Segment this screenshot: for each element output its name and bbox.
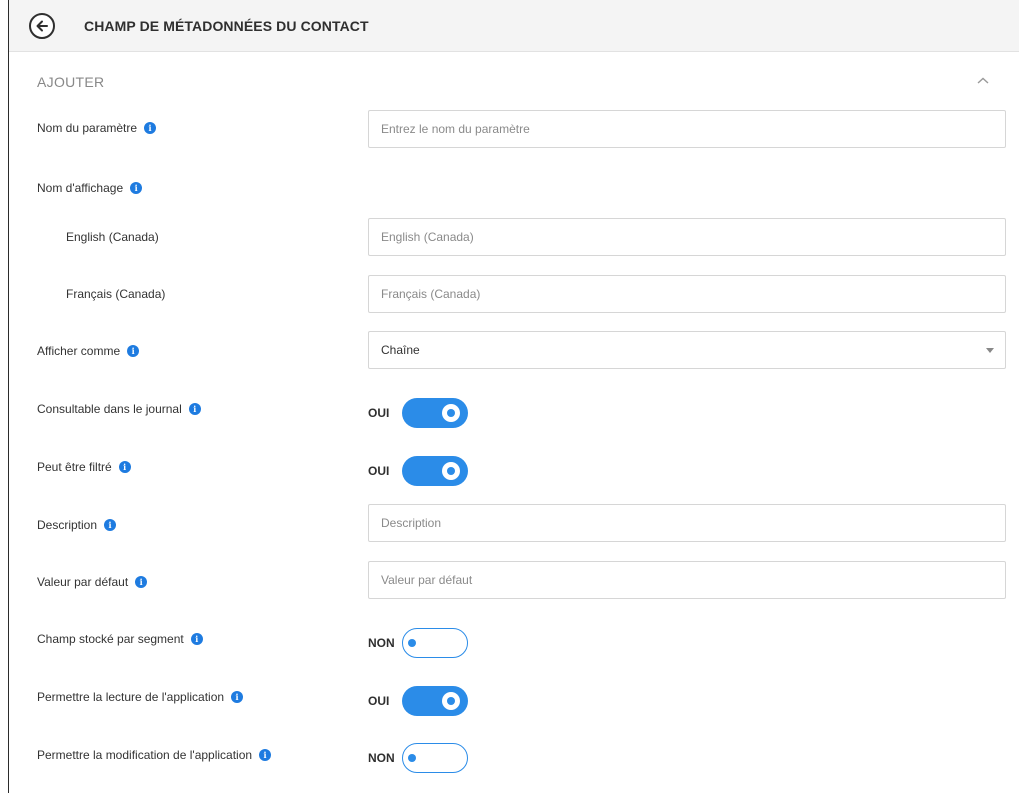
left-border — [8, 0, 9, 793]
app-edit-state: NON — [368, 751, 395, 765]
searchable-toggle-group: OUI — [368, 398, 468, 428]
filterable-label: Peut être filtré i — [37, 460, 131, 474]
back-button[interactable] — [29, 13, 55, 39]
display-as-value: Chaîne — [381, 343, 420, 357]
info-icon[interactable]: i — [188, 403, 201, 415]
toggle-knob — [442, 404, 460, 422]
searchable-state: OUI — [368, 406, 390, 420]
app-read-state: OUI — [368, 694, 390, 708]
app-edit-label: Permettre la modification de l'applicati… — [37, 748, 272, 762]
default-value-label: Valeur par défaut i — [37, 575, 148, 589]
caret-down-icon — [986, 348, 994, 353]
app-edit-toggle[interactable] — [402, 743, 468, 773]
display-as-label: Afficher comme i — [37, 344, 140, 358]
info-icon[interactable]: i — [135, 576, 148, 588]
toggle-knob — [408, 754, 416, 762]
filterable-toggle[interactable] — [402, 456, 468, 486]
info-icon[interactable]: i — [118, 461, 131, 473]
english-canada-input[interactable] — [368, 218, 1006, 256]
per-segment-toggle[interactable] — [402, 628, 468, 658]
display-as-select[interactable]: Chaîne — [368, 331, 1006, 369]
section-title: AJOUTER — [37, 74, 105, 90]
info-icon[interactable]: i — [231, 691, 244, 703]
display-name-label: Nom d'affichage i — [37, 181, 143, 195]
info-icon[interactable]: i — [127, 345, 140, 357]
searchable-label: Consultable dans le journal i — [37, 402, 201, 416]
info-icon[interactable]: i — [259, 749, 272, 761]
info-icon[interactable]: i — [104, 519, 117, 531]
app-read-label: Permettre la lecture de l'application i — [37, 690, 244, 704]
info-icon[interactable]: i — [190, 633, 203, 645]
page-header: CHAMP DE MÉTADONNÉES DU CONTACT — [9, 0, 1019, 52]
page-title: CHAMP DE MÉTADONNÉES DU CONTACT — [84, 18, 369, 34]
chevron-up-icon — [977, 77, 989, 84]
description-label: Description i — [37, 518, 117, 532]
app-edit-toggle-group: NON — [368, 743, 468, 773]
per-segment-state: NON — [368, 636, 395, 650]
filterable-toggle-group: OUI — [368, 456, 468, 486]
per-segment-label: Champ stocké par segment i — [37, 632, 203, 646]
french-canada-label: Français (Canada) — [66, 287, 166, 301]
info-icon[interactable]: i — [144, 122, 157, 134]
toggle-knob — [442, 692, 460, 710]
arrow-left-circle-icon — [36, 20, 48, 32]
searchable-toggle[interactable] — [402, 398, 468, 428]
description-input[interactable] — [368, 504, 1006, 542]
info-icon[interactable]: i — [130, 182, 143, 194]
filterable-state: OUI — [368, 464, 390, 478]
default-value-input[interactable] — [368, 561, 1006, 599]
per-segment-toggle-group: NON — [368, 628, 468, 658]
param-name-label: Nom du paramètre i — [37, 121, 157, 135]
app-read-toggle[interactable] — [402, 686, 468, 716]
collapse-button[interactable] — [974, 74, 992, 88]
toggle-knob — [442, 462, 460, 480]
section-header: AJOUTER — [9, 52, 1019, 110]
param-name-input[interactable] — [368, 110, 1006, 148]
toggle-knob — [408, 639, 416, 647]
english-canada-label: English (Canada) — [66, 230, 159, 244]
french-canada-input[interactable] — [368, 275, 1006, 313]
app-read-toggle-group: OUI — [368, 686, 468, 716]
